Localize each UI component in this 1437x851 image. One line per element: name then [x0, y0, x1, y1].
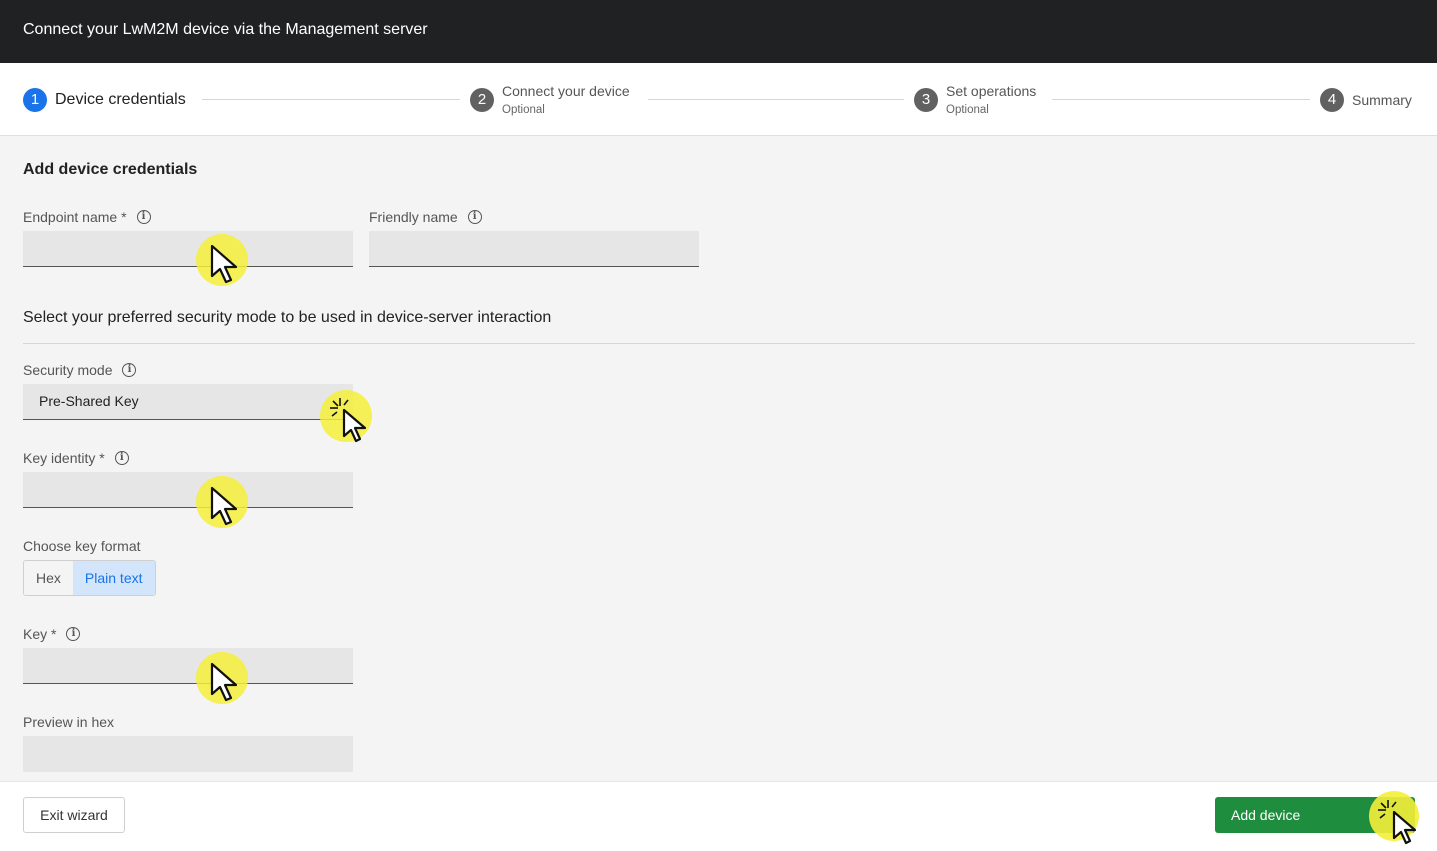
add-device-button[interactable]: Add device — [1215, 797, 1415, 833]
step-label: Connect your device — [502, 83, 630, 99]
key-format-plain-text-button[interactable]: Plain text — [72, 561, 155, 595]
step-optional-label: Optional — [502, 104, 545, 116]
step-number-4: 4 — [1320, 87, 1344, 112]
step-device-credentials[interactable]: 1 Device credentials — [23, 63, 186, 136]
friendly-name-label: Friendly name i — [369, 209, 482, 225]
step-number-3: 3 — [914, 87, 938, 112]
step-label: Set operations — [946, 83, 1037, 99]
endpoint-name-input[interactable] — [23, 231, 353, 267]
key-identity-label: Key identity * i — [23, 450, 129, 466]
wizard-stepper: 1 Device credentials 2 Connect your devi… — [0, 63, 1437, 136]
security-mode-label: Security mode i — [23, 362, 137, 378]
section-title: Add device credentials — [23, 161, 198, 178]
key-format-hex-button[interactable]: Hex — [24, 561, 73, 595]
endpoint-name-label: Endpoint name * i — [23, 209, 151, 225]
key-identity-input[interactable] — [23, 472, 353, 508]
step-label: Device credentials — [55, 90, 186, 108]
divider — [23, 343, 1415, 344]
step-optional-label: Optional — [946, 104, 989, 116]
security-mode-value: Pre-Shared Key — [39, 393, 139, 409]
step-connector — [648, 99, 904, 100]
security-heading: Select your preferred security mode to b… — [23, 309, 552, 326]
step-connect-device[interactable]: 2 Connect your device Optional — [470, 63, 630, 136]
info-icon[interactable]: i — [467, 210, 482, 224]
step-summary[interactable]: 4 Summary — [1320, 63, 1412, 136]
preview-hex-field — [23, 736, 353, 772]
window-title: Connect your LwM2M device via the Manage… — [23, 21, 428, 38]
step-connector — [1052, 99, 1310, 100]
preview-hex-label: Preview in hex — [23, 714, 115, 730]
info-icon[interactable]: i — [122, 363, 137, 377]
info-icon[interactable]: i — [136, 210, 151, 224]
info-icon[interactable]: i — [114, 451, 129, 465]
friendly-name-input[interactable] — [369, 231, 699, 267]
key-input[interactable] — [23, 648, 353, 684]
step-number-2: 2 — [470, 87, 494, 112]
key-label: Key * i — [23, 626, 81, 642]
step-label: Summary — [1352, 91, 1412, 108]
step-connector — [202, 99, 460, 100]
exit-wizard-button[interactable]: Exit wizard — [23, 797, 125, 833]
security-mode-select[interactable]: Pre-Shared Key — [23, 384, 353, 420]
key-format-label: Choose key format — [23, 538, 141, 554]
info-icon[interactable]: i — [66, 627, 81, 641]
key-format-toggle: Hex Plain text — [23, 560, 156, 596]
step-number-1: 1 — [23, 87, 47, 112]
step-set-operations[interactable]: 3 Set operations Optional — [914, 63, 1036, 136]
wizard-footer: Exit wizard Add device — [0, 781, 1437, 851]
window-title-bar: Connect your LwM2M device via the Manage… — [0, 0, 1437, 63]
